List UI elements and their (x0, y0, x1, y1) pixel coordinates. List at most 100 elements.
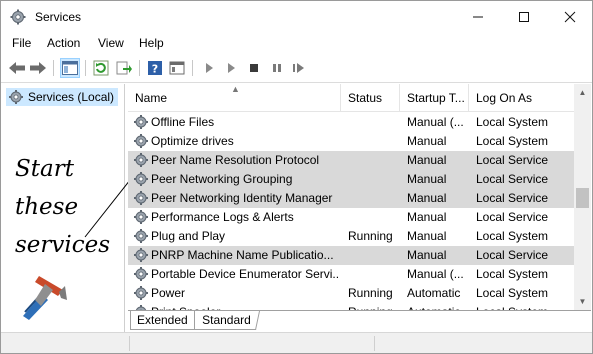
help-button[interactable]: ? (145, 58, 165, 78)
tab-label: Extended (137, 313, 188, 327)
service-name: Optimize drives (151, 134, 234, 148)
start-icon (228, 63, 235, 73)
service-status: Running (348, 229, 393, 243)
services-list: ▲ Name Status Startup T... Log On As Off… (128, 84, 574, 310)
menu-bar: File Action View Help (1, 32, 592, 54)
service-startup-type: Manual (407, 229, 447, 243)
forward-button[interactable] (28, 58, 48, 78)
pause-icon (273, 64, 281, 72)
status-divider (129, 336, 130, 351)
service-log-on-as: Local System (476, 229, 549, 243)
close-button[interactable] (547, 1, 593, 32)
repair-logo (23, 276, 67, 320)
tab-label: Standard (202, 313, 251, 327)
view-tabs: Extended Standard (128, 310, 591, 331)
service-row[interactable]: PNRP Machine Name Publicatio... Manual Loc… (128, 246, 574, 265)
play-button[interactable] (199, 58, 219, 78)
column-label: Status (348, 91, 383, 105)
pause-service-button[interactable] (267, 58, 287, 78)
menu-file[interactable]: File (12, 36, 31, 50)
service-row[interactable]: Peer Networking Grouping Manual Local Serv… (128, 170, 574, 189)
column-label: Startup T... (407, 91, 465, 105)
scroll-down-button[interactable]: ▼ (574, 293, 591, 310)
service-row[interactable]: Peer Networking Identity Manager Manual Lo… (128, 189, 574, 208)
service-log-on-as: Local Service (476, 153, 549, 167)
service-log-on-as: Local Service (476, 210, 549, 224)
export-icon (116, 61, 132, 75)
service-row[interactable]: Plug and Play Running Manual Local System (128, 227, 574, 246)
service-row[interactable]: Print Spooler Running Automatic Local Syste… (128, 303, 574, 310)
gear-icon (134, 115, 148, 129)
column-header-startup-type[interactable]: Startup T... (400, 84, 469, 112)
gear-icon (134, 267, 148, 281)
service-startup-type: Manual (407, 210, 447, 224)
service-row[interactable]: Power Running Automatic Local System (128, 284, 574, 303)
service-row[interactable]: Offline Files Manual (... Local System (128, 113, 574, 132)
service-log-on-as: Local System (476, 286, 549, 300)
svg-text:?: ? (152, 63, 158, 76)
service-log-on-as: Local Service (476, 191, 549, 205)
refresh-button[interactable] (91, 58, 111, 78)
service-name: Portable Device Enumerator Servi... (151, 267, 339, 281)
gear-icon (134, 134, 148, 148)
gear-icon (134, 248, 148, 262)
tab-extended[interactable]: Extended (130, 311, 195, 330)
service-log-on-as: Local Service (476, 248, 549, 262)
list-header: ▲ Name Status Startup T... Log On As (128, 84, 574, 112)
restart-service-button[interactable] (289, 58, 309, 78)
service-status: Running (348, 303, 400, 310)
service-log-on-as: Local System (476, 115, 549, 129)
service-startup-type: Manual (... (407, 115, 464, 129)
back-arrow-icon (9, 62, 25, 74)
menu-help[interactable]: Help (139, 36, 164, 50)
gear-icon (134, 286, 148, 300)
chevron-up-icon: ▲ (578, 88, 587, 97)
service-status (348, 189, 400, 208)
show-hide-tree-button[interactable] (60, 58, 80, 78)
service-name: Performance Logs & Alerts (151, 210, 294, 224)
service-status: Running (348, 286, 393, 300)
column-header-log-on-as[interactable]: Log On As (469, 84, 574, 112)
service-name: Peer Networking Identity Manager (151, 191, 333, 205)
maximize-button[interactable] (501, 1, 547, 32)
service-startup-type: Automatic (407, 286, 461, 300)
column-header-name[interactable]: Name (128, 84, 341, 112)
tab-standard[interactable]: Standard (193, 311, 260, 330)
service-startup-type: Manual (407, 134, 447, 148)
back-button[interactable] (7, 58, 27, 78)
service-row[interactable]: Peer Name Resolution Protocol Manual Local… (128, 151, 574, 170)
window-title: Services (35, 10, 82, 24)
properties-icon (169, 61, 185, 75)
chevron-down-icon: ▼ (578, 297, 587, 306)
maximize-icon (519, 11, 529, 22)
column-label: Name (135, 91, 168, 105)
scroll-up-button[interactable]: ▲ (574, 84, 591, 101)
start-service-button[interactable] (221, 58, 241, 78)
menu-action[interactable]: Action (47, 36, 80, 50)
title-bar: Services (1, 1, 592, 32)
column-header-status[interactable]: Status (341, 84, 400, 112)
minimize-button[interactable] (455, 1, 501, 32)
service-row[interactable]: Portable Device Enumerator Servi... Manua… (128, 265, 574, 284)
service-name: Peer Networking Grouping (151, 172, 293, 186)
toolbar-separator (139, 60, 140, 76)
scroll-thumb[interactable] (576, 188, 589, 208)
menu-view[interactable]: View (98, 36, 124, 50)
service-name: PNRP Machine Name Publicatio... (151, 248, 334, 262)
service-status (348, 208, 400, 227)
status-bar (1, 332, 592, 353)
service-startup-type: Manual (407, 172, 447, 186)
help-icon: ? (148, 61, 162, 76)
gear-icon (134, 153, 148, 167)
service-row[interactable]: Performance Logs & Alerts Manual Local Ser… (128, 208, 574, 227)
status-divider (374, 336, 375, 351)
export-list-button[interactable] (114, 58, 134, 78)
service-log-on-as: Local System (476, 134, 549, 148)
toolbar-separator (53, 60, 54, 76)
vertical-scrollbar[interactable]: ▲ ▼ (574, 84, 591, 310)
toolbar: ? (1, 54, 592, 83)
service-row[interactable]: Optimize drives Manual Local System (128, 132, 574, 151)
gear-icon (134, 191, 148, 205)
properties-button[interactable] (167, 58, 187, 78)
stop-service-button[interactable] (244, 58, 264, 78)
